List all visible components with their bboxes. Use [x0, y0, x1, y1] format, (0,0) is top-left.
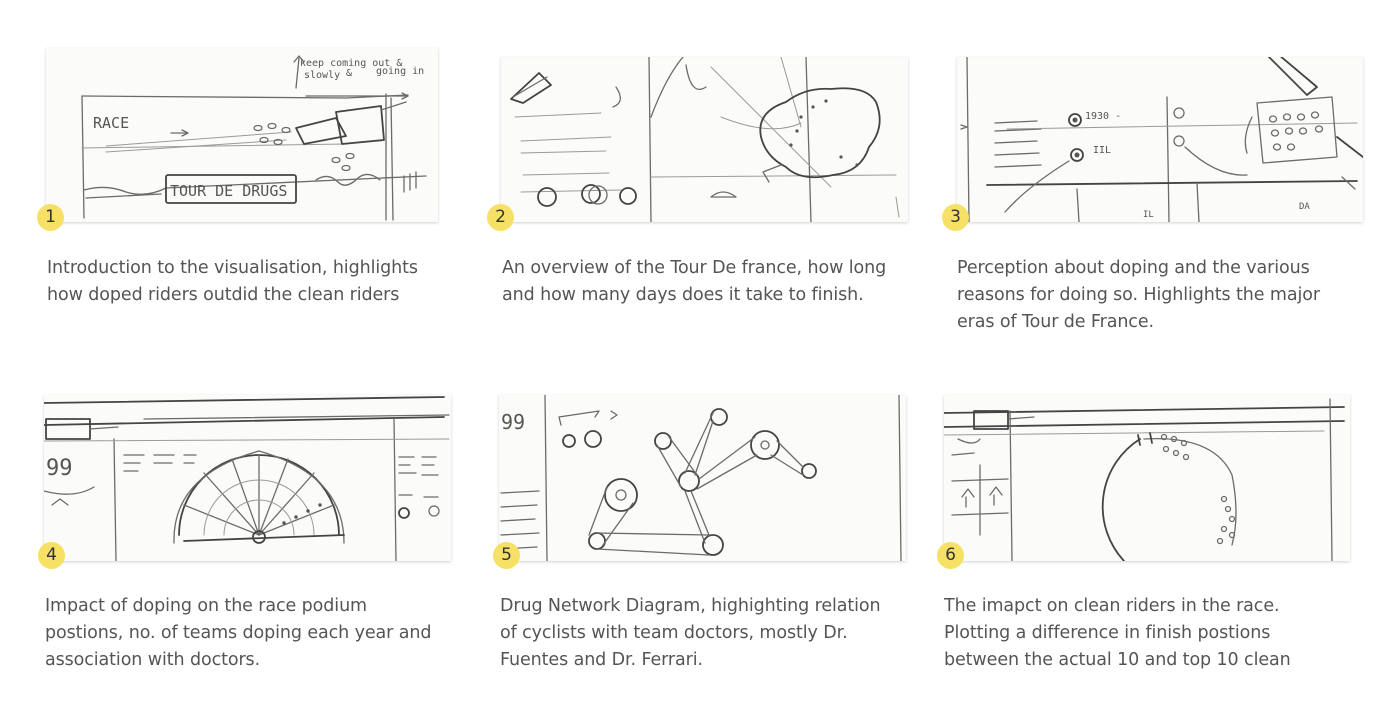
sketch-5: 99: [499, 395, 906, 561]
step-number-badge: 1: [37, 204, 64, 231]
sketch-3-drawing: 1930 - IIL IL DA: [960, 57, 1363, 222]
sketch-6-drawing: [944, 398, 1345, 561]
sketch-1-race-label: RACE: [93, 114, 129, 132]
sketch-3: 1930 - IIL IL DA: [957, 57, 1363, 222]
sketch-1-note-2: slowly: [304, 70, 340, 81]
card-6-caption: The imapct on clean riders in the race. …: [944, 596, 1291, 669]
sketch-3-label-4: DA: [1299, 202, 1310, 212]
sketch-6: [944, 395, 1350, 561]
sketch-3-label-2: IIL: [1093, 145, 1111, 156]
sketch-1-note-3: going in: [376, 66, 424, 77]
sketch-5-drawing: 99: [500, 395, 902, 561]
sketch-1-banner: TOUR DE DRUGS: [170, 182, 287, 200]
sketch-1: RACE keep coming out & slowly going in &…: [46, 48, 438, 222]
step-number-badge: 3: [942, 204, 969, 231]
card-1-caption: Introduction to the visualisation, highl…: [47, 258, 418, 305]
step-number-badge: 6: [937, 542, 964, 569]
card-4-caption: Impact of doping on the race podium post…: [45, 596, 432, 669]
sketch-1-drawing: RACE keep coming out & slowly going in &…: [81, 55, 427, 221]
sketch-2-drawing: [510, 57, 900, 222]
card-2-caption: An overview of the Tour De france, how l…: [502, 258, 887, 305]
storyboard-page: RACE keep coming out & slowly going in &…: [0, 0, 1400, 716]
sketch-1-note-4: &: [346, 68, 352, 79]
sketch-4-drawing: 99: [44, 396, 450, 561]
card-5-caption: Drug Network Diagram, highighting relati…: [500, 596, 881, 669]
step-number-badge: 5: [493, 542, 520, 569]
sketch-4: 99: [44, 395, 451, 561]
step-number-badge: 4: [38, 542, 65, 569]
card-3-caption: Perception about doping and the various …: [957, 258, 1320, 332]
sketch-3-label-3: IL: [1143, 210, 1154, 220]
sketch-2: [501, 57, 908, 222]
sketch-3-label-1: 1930 -: [1085, 111, 1121, 122]
step-number-badge: 2: [487, 204, 514, 231]
sketch-5-year-label: 99: [501, 410, 525, 434]
sketch-4-year-label: 99: [46, 456, 73, 481]
